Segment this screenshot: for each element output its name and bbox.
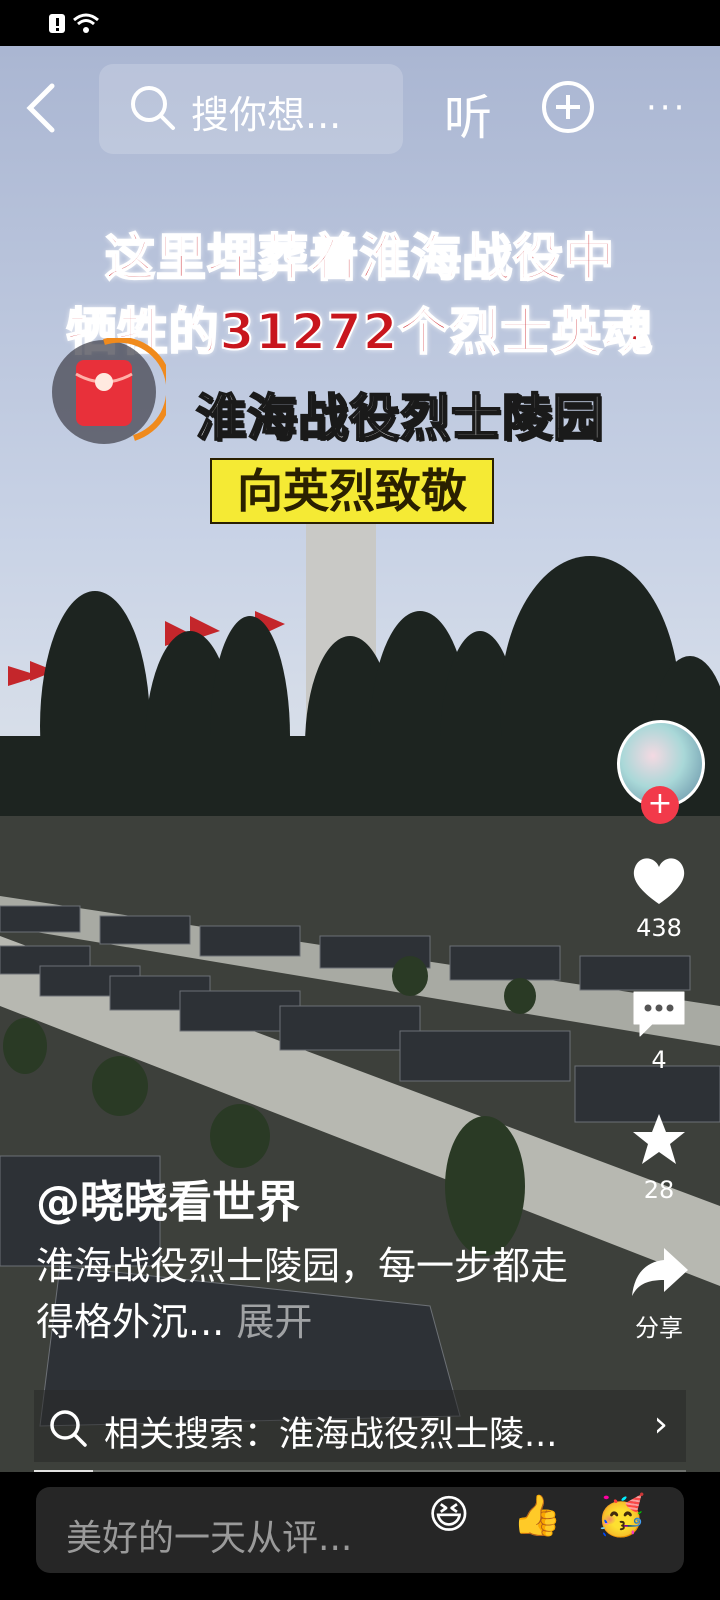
follow-button[interactable]: + (641, 786, 679, 824)
search-input[interactable]: 搜你想... (99, 64, 403, 154)
headline-tribute: 向英烈致敬 (210, 458, 494, 524)
related-search-bar[interactable]: 相关搜索：淮海战役烈士陵... › (34, 1390, 686, 1462)
chevron-right-icon: › (653, 1404, 668, 1445)
status-bar (0, 0, 720, 46)
comment-count: 4 (651, 1046, 667, 1074)
party-emoji-button[interactable]: 🥳 (596, 1492, 646, 1539)
wifi-icon (73, 13, 99, 33)
search-icon (131, 86, 175, 130)
heart-icon[interactable] (628, 852, 690, 908)
comment-icon[interactable] (628, 986, 690, 1042)
listen-button[interactable]: 听 (444, 78, 492, 148)
comment-input[interactable]: 美好的一天从评... (36, 1487, 684, 1573)
back-icon[interactable] (20, 80, 64, 136)
share-label[interactable]: 分享 (610, 1308, 708, 1343)
like-count: 438 (636, 914, 682, 942)
add-icon[interactable] (541, 80, 595, 134)
search-placeholder: 搜你想... (191, 93, 342, 137)
author-name[interactable]: @晓晓看世界 (36, 1166, 300, 1230)
expand-button[interactable]: 展开 (236, 1300, 312, 1344)
laughing-emoji-button[interactable]: 😆 (428, 1492, 470, 1538)
post-description: 淮海战役烈士陵园，每一步都走得格外沉... 展开 (36, 1238, 576, 1350)
comment-bar: 美好的一天从评... 😆 👍 🥳 (0, 1472, 720, 1600)
comment-placeholder: 美好的一天从评... (66, 1518, 353, 1559)
star-icon[interactable] (628, 1112, 690, 1168)
battery-alert-icon (49, 14, 65, 33)
share-icon[interactable] (628, 1244, 690, 1300)
headline-line-1: 这里埋葬着淮海战役中 (104, 228, 615, 288)
thumbs-up-emoji-button[interactable]: 👍 (512, 1492, 562, 1539)
red-packet-icon[interactable] (50, 338, 166, 448)
search-icon (50, 1410, 87, 1447)
more-icon[interactable]: ··· (646, 88, 687, 128)
related-search-text: 相关搜索：淮海战役烈士陵... (104, 1415, 558, 1455)
favorite-count: 28 (643, 1176, 675, 1204)
